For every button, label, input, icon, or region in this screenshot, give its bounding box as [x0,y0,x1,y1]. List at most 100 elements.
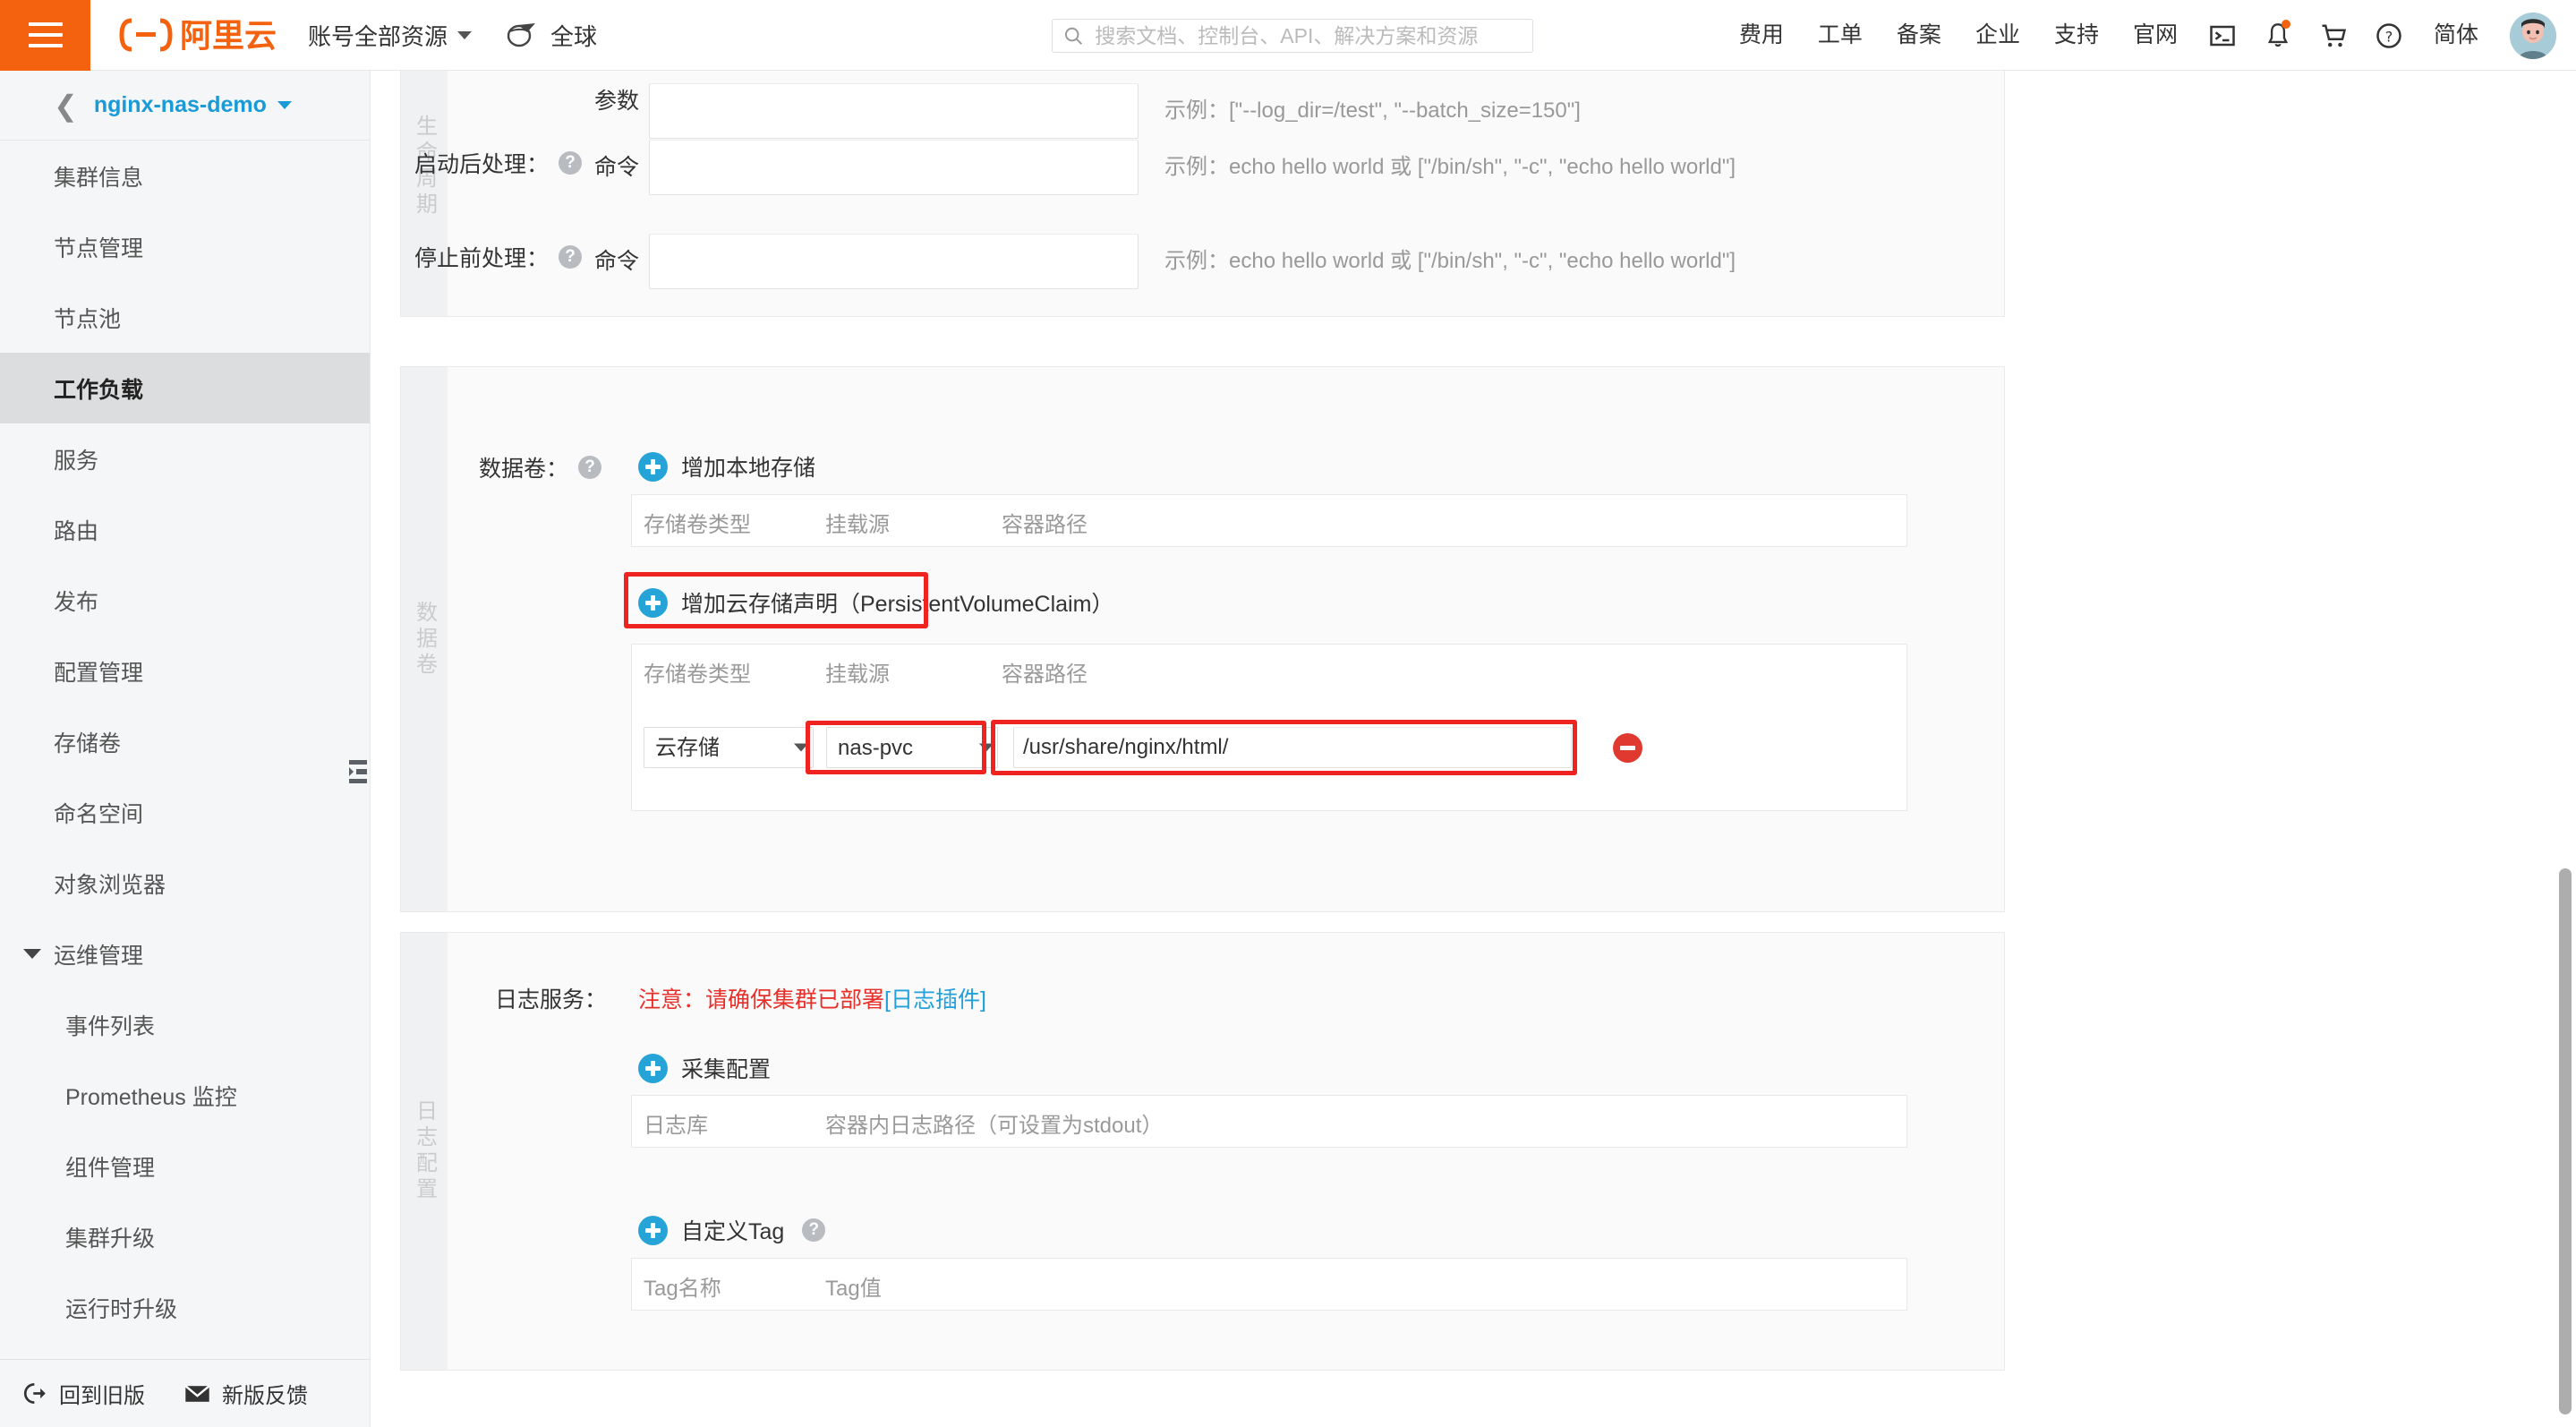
region-selector[interactable]: 全球 [506,19,597,52]
poststart-inline-label: 命令 [594,155,640,180]
nav-link-cost[interactable]: 费用 [1722,0,1801,71]
nav-link-website[interactable]: 官网 [2116,0,2195,71]
sidebar-item-label: 集群信息 [54,165,144,191]
sidebar-item-label: 命名空间 [54,801,144,827]
sidebar-item-label: 节点池 [54,306,122,332]
volume-panel: 数据卷 数据卷： ? 增加本地存储 存储卷类型 挂载源 容器路径 增加云存储声明… [400,366,2005,912]
sidebar-item-label: 工作负载 [54,377,144,403]
volume-body: 数据卷： ? 增加本地存储 存储卷类型 挂载源 容器路径 增加云存储声明（Per… [448,367,2004,911]
mount-source-select-wrap: nas-pvc [826,727,1005,768]
custom-tag-table: Tag名称 Tag值 [631,1258,1907,1311]
sidebar-item-ingress[interactable]: 路由 [0,494,370,565]
sidebar-item-namespace[interactable]: 命名空间 [0,777,370,848]
add-local-storage-label: 增加本地存储 [681,456,816,481]
sidebar-item-node-management[interactable]: 节点管理 [0,211,370,282]
remove-volume-button[interactable] [1613,732,1642,763]
lifecycle-panel: 生命周期 参数 示例：["--log_dir=/test", "--batch_… [400,71,2005,317]
sidebar-item-cluster-upgrade[interactable]: 集群升级 [0,1201,370,1272]
sidebar-item-event-list[interactable]: 事件列表 [0,989,370,1060]
help-icon[interactable]: ? [578,456,601,479]
sidebar-item-label: 组件管理 [65,1155,156,1181]
args-input[interactable] [649,83,1139,139]
back-to-old-version-label: 回到旧版 [59,1384,145,1408]
add-local-storage-button[interactable]: 增加本地存储 [638,450,815,483]
sidebar-item-cluster-info[interactable]: 集群信息 [0,141,370,211]
container-path-input[interactable] [1013,727,1572,768]
sidebar-item-release[interactable]: 发布 [0,565,370,636]
sidebar-collapse-icon [349,760,367,783]
mount-source-select[interactable]: nas-pvc [826,727,998,768]
sidebar-item-label: 运行时升级 [65,1296,178,1322]
sidebar-item-label: 路由 [54,518,99,544]
sidebar-item-volumes[interactable]: 存储卷 [0,706,370,777]
sidebar-item-label: 配置管理 [54,660,144,686]
log-row-label: 日志服务： [448,982,607,1014]
sidebar-cluster-header: ❮ nginx-nas-demo [0,71,370,141]
exit-icon [23,1383,46,1404]
cart-button[interactable] [2306,0,2361,71]
log-plugin-link[interactable]: [日志插件] [884,982,986,1014]
sidebar-item-node-pool[interactable]: 节点池 [0,282,370,353]
log-collect-table-header: 日志库 容器内日志路径（可设置为stdout） [632,1096,1906,1149]
new-version-feedback-button[interactable]: 新版反馈 [159,1378,322,1409]
prestop-row-label: 停止前处理： ? [414,241,582,273]
sidebar-item-service[interactable]: 服务 [0,423,370,494]
add-collect-config-button[interactable]: 采集配置 [638,1052,771,1084]
sidebar-item-label: 对象浏览器 [54,872,166,898]
poststart-command-input[interactable] [649,140,1139,195]
main-content: 生命周期 参数 示例：["--log_dir=/test", "--batch_… [371,71,2576,1427]
hamburger-menu-button[interactable] [0,0,90,71]
nav-link-icp[interactable]: 备案 [1880,0,1958,71]
cloud-shell-button[interactable] [2195,0,2250,71]
sidebar-item-object-browser[interactable]: 对象浏览器 [0,848,370,919]
log-plugin-warning: 注意：请确保集群已部署 [日志插件] [638,982,986,1014]
search-input[interactable] [1095,23,1522,48]
nav-link-support[interactable]: 支持 [2037,0,2116,71]
add-custom-tag-button[interactable]: 自定义Tag ? [638,1214,826,1246]
language-selector[interactable]: 简体 [2417,0,2495,71]
pvc-table-row: 云存储 nas-pvc [632,698,1906,797]
sidebar-item-prometheus-monitoring[interactable]: Prometheus 监控 [0,1060,370,1131]
sidebar-item-component-management[interactable]: 组件管理 [0,1131,370,1201]
plus-icon [638,1215,668,1245]
chevron-left-icon[interactable]: ❮ [54,91,78,120]
notification-badge [2281,20,2290,29]
sidebar-collapse-toggle[interactable] [345,751,370,792]
poststart-hint: 示例：echo hello world 或 ["/bin/sh", "-c", … [1164,155,1736,179]
poststart-row-label: 启动后处理： ? [414,147,582,179]
volume-type-select[interactable]: 云存储 [644,727,814,768]
cluster-name: nginx-nas-demo [93,92,267,117]
sidebar-item-label: 服务 [54,448,99,474]
vertical-scrollbar[interactable] [2559,868,2572,1414]
account-resource-selector[interactable]: 账号全部资源 [308,19,473,52]
alibaba-cloud-logo[interactable]: 阿里云 [119,0,285,71]
account-resource-label: 账号全部资源 [308,22,448,50]
help-icon[interactable]: ? [559,151,582,175]
sidebar-item-label: 集群升级 [65,1226,156,1252]
sidebar-group-ops-management[interactable]: 运维管理 [0,919,370,989]
avatar[interactable] [2510,12,2556,59]
sidebar-item-workload[interactable]: 工作负载 [0,353,370,423]
nav-link-ticket[interactable]: 工单 [1801,0,1880,71]
sidebar-item-runtime-upgrade[interactable]: 运行时升级 [0,1272,370,1343]
help-icon[interactable]: ? [559,245,582,269]
help-icon[interactable]: ? [802,1218,826,1242]
sidebar-item-config-management[interactable]: 配置管理 [0,636,370,706]
args-inline-label: 参数 [594,89,640,114]
col-container-path: 容器路径 [1002,512,1088,537]
add-pvc-button[interactable]: 增加云存储声明（PersistentVolumeClaim） [638,586,1113,619]
help-button[interactable]: ? [2361,0,2417,71]
left-sidebar: ❮ nginx-nas-demo 集群信息 节点管理 节点池 工作负载 服务 路… [0,71,371,1427]
plus-icon [638,587,668,618]
cluster-selector[interactable]: nginx-nas-demo [94,92,292,118]
notifications-button[interactable] [2250,0,2306,71]
chevron-down-icon [457,30,473,39]
col-logstore: 日志库 [644,1113,708,1138]
prestop-inline-label: 命令 [594,249,640,274]
local-storage-table-header: 存储卷类型 挂载源 容器路径 [632,495,1906,549]
prestop-command-input[interactable] [649,234,1139,289]
global-search[interactable] [1052,19,1533,53]
custom-tag-table-header: Tag名称 Tag值 [632,1259,1906,1312]
nav-link-enterprise[interactable]: 企业 [1958,0,2037,71]
back-to-old-version-button[interactable]: 回到旧版 [0,1378,159,1409]
